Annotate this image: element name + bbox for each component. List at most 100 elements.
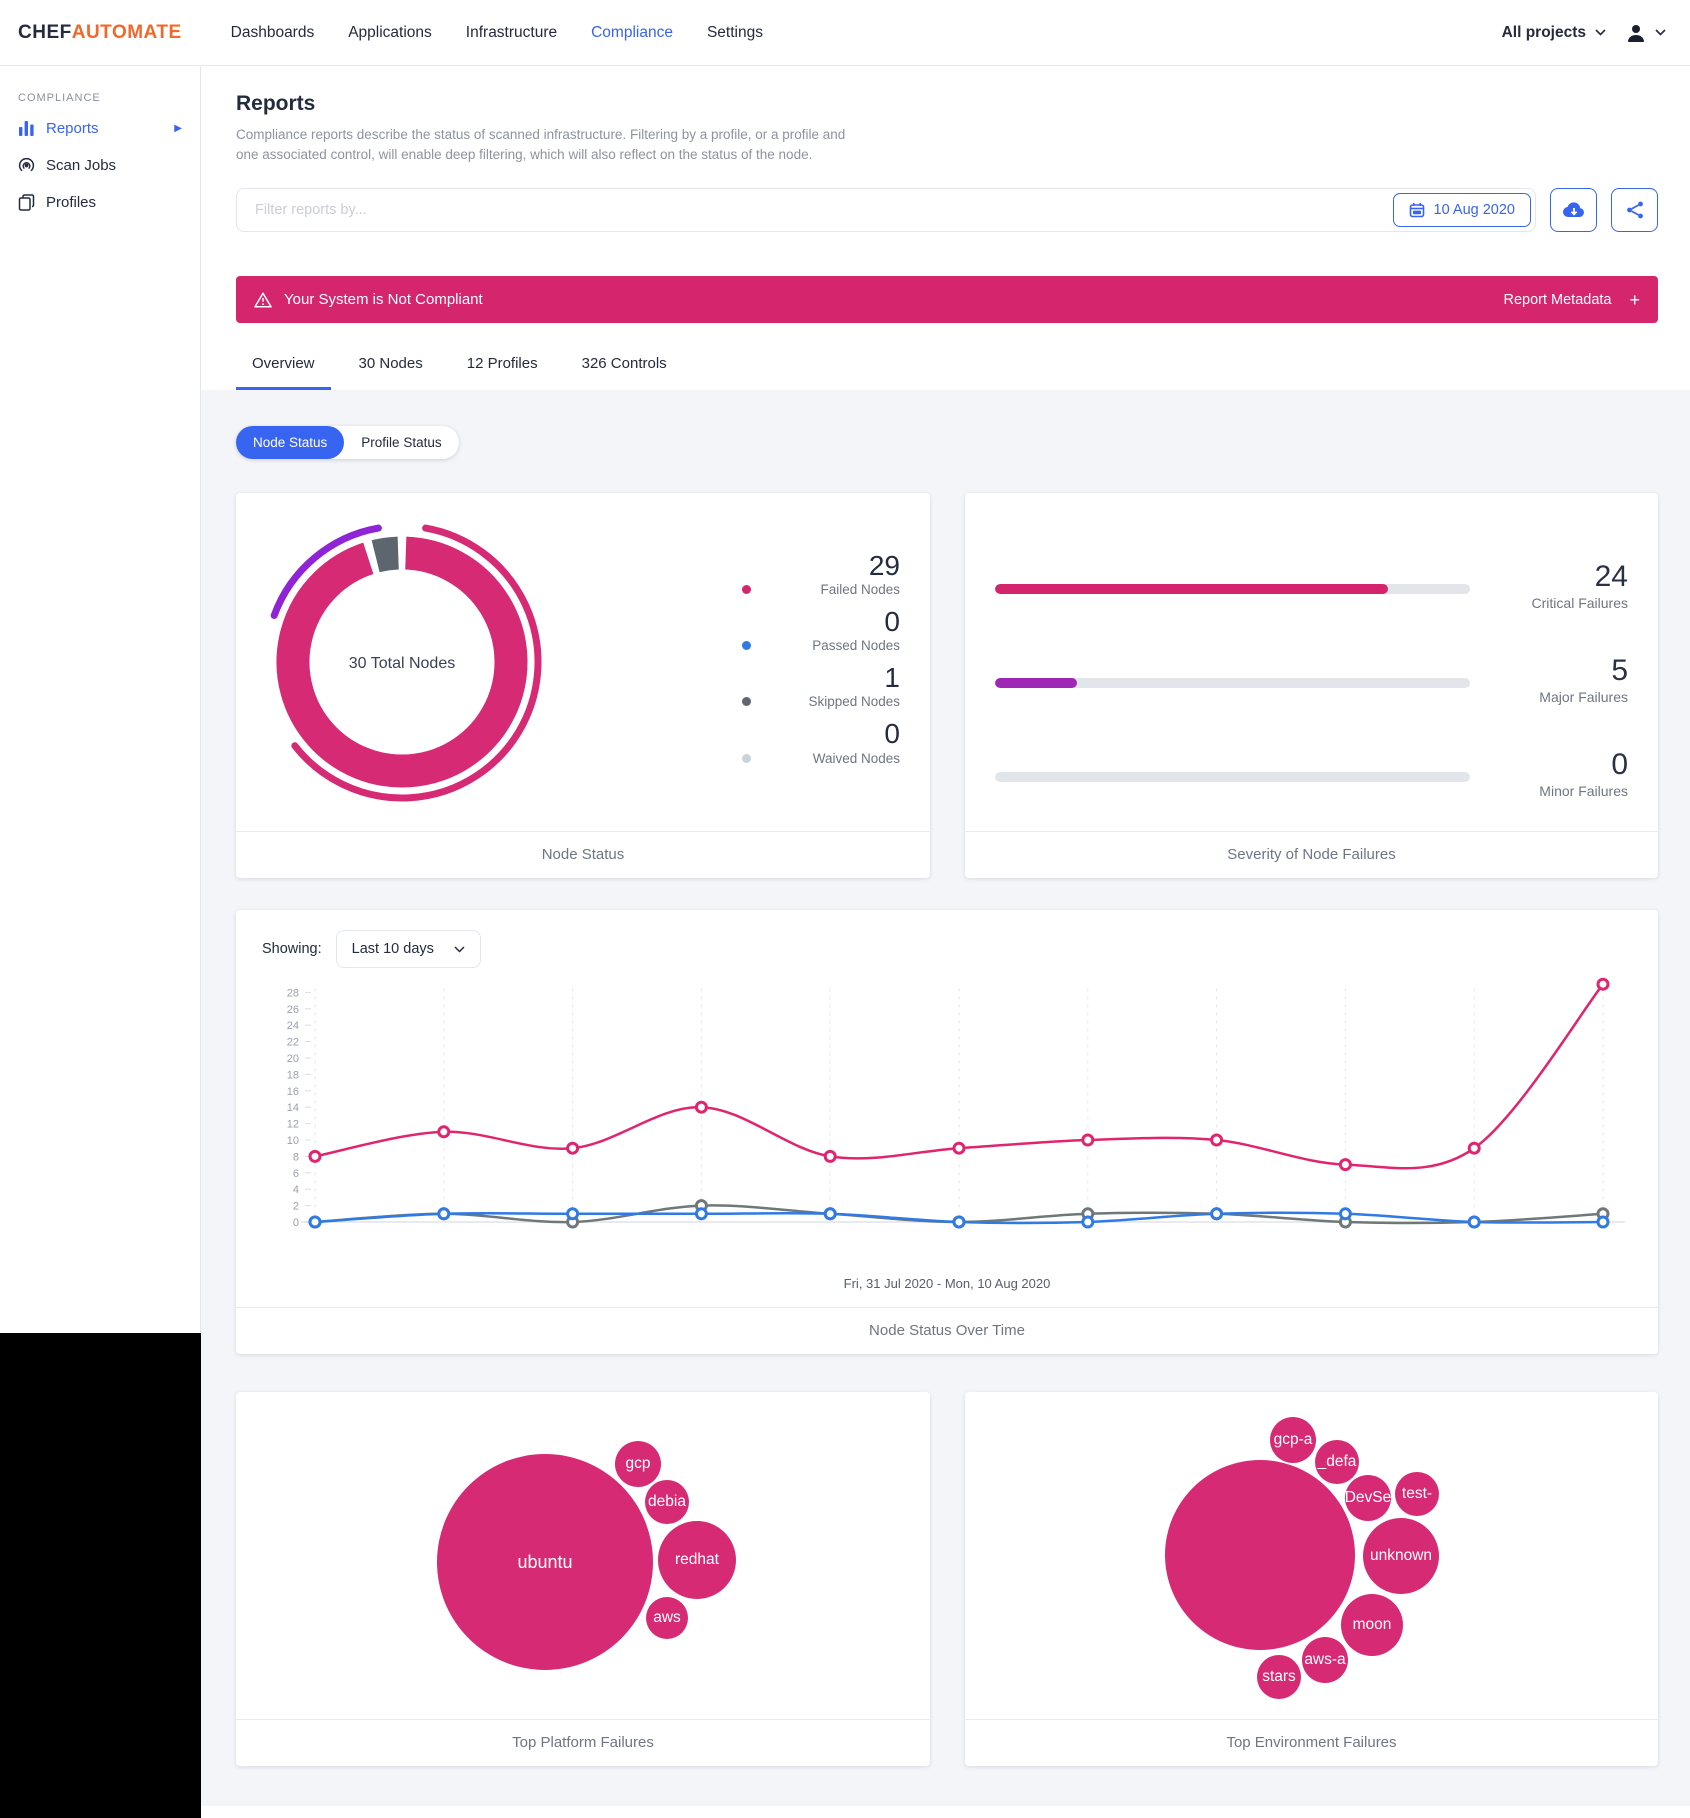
minor-failures-row: 0 Minor Failures [995, 715, 1628, 809]
tab-nodes[interactable]: 30 Nodes [343, 355, 439, 390]
bubble-debia[interactable]: debia [645, 1480, 689, 1524]
sidebar-item-reports[interactable]: Reports ▶ [0, 110, 200, 147]
bubble-label: moon [1353, 1616, 1392, 1634]
tab-overview[interactable]: Overview [236, 355, 331, 390]
page-title: Reports [236, 92, 1658, 116]
bubble-test-[interactable]: test- [1395, 1472, 1439, 1516]
profile-status-pill[interactable]: Profile Status [344, 426, 458, 459]
sidebar-item-scan-jobs[interactable]: Scan Jobs [0, 147, 200, 184]
top-navbar: CHEFAUTOMATE Dashboards Applications Inf… [0, 0, 1690, 66]
bubble-label: gcp [626, 1455, 651, 1473]
range-value: Last 10 days [352, 941, 434, 957]
projects-dropdown[interactable]: All projects [1502, 24, 1606, 42]
sidebar-item-label: Reports [46, 120, 99, 137]
filter-row: 10 Aug 2020 [236, 188, 1658, 232]
sidebar-column: COMPLIANCE Reports ▶ Scan Jobs Profiles [0, 66, 201, 1818]
download-report-button[interactable] [1550, 188, 1597, 232]
node-status-legend: 29 Failed Nodes 0 Passed Nodes 1 Skipped… [742, 550, 900, 775]
tab-profiles[interactable]: 12 Profiles [451, 355, 554, 390]
bubble-aws[interactable]: aws [646, 1597, 688, 1639]
nav-infrastructure[interactable]: Infrastructure [449, 2, 574, 64]
plus-icon: + [1629, 291, 1640, 309]
bubble-label: aws-a [1304, 1651, 1345, 1669]
donut-center-label: 30 Total Nodes [349, 655, 455, 672]
nav-dashboards[interactable]: Dashboards [214, 2, 332, 64]
logo-automate: AUTOMATE [72, 22, 182, 43]
node-status-pill[interactable]: Node Status [236, 426, 344, 459]
node-status-donut-chart: 30 Total Nodes [252, 512, 552, 812]
environment-bubble-chart: gcp-a_defa DevSe test-unknown moon aws-astar… [965, 1392, 1658, 1719]
svg-text:28: 28 [287, 988, 299, 1000]
nav-applications[interactable]: Applications [331, 2, 449, 64]
critical-bar [995, 584, 1470, 594]
bubble-moon[interactable]: moon [1341, 1594, 1403, 1656]
chevron-down-icon [1595, 29, 1606, 36]
platform-bubble-chart: ubuntugcp debiaredhataws [236, 1392, 930, 1719]
card-caption: Severity of Node Failures [965, 831, 1658, 878]
severity-bars: 24 Critical Failures 5 Major Failures [965, 493, 1658, 831]
bubble-aws-a[interactable]: aws-a [1302, 1637, 1348, 1683]
legend-failed-nodes: 29 Failed Nodes [742, 550, 900, 597]
chef-automate-logo[interactable]: CHEFAUTOMATE [18, 22, 182, 44]
svg-text:2: 2 [293, 1201, 299, 1213]
waived-dot-icon [742, 754, 751, 763]
date-picker-button[interactable]: 10 Aug 2020 [1393, 193, 1531, 227]
nav-compliance[interactable]: Compliance [574, 2, 690, 64]
filter-box: 10 Aug 2020 [236, 188, 1536, 232]
report-metadata-toggle[interactable]: Report Metadata + [1503, 291, 1640, 309]
user-menu[interactable] [1624, 21, 1666, 45]
major-failures-row: 5 Major Failures [995, 621, 1628, 715]
logo-chef: CHEF [18, 22, 72, 43]
nav-settings[interactable]: Settings [690, 2, 780, 64]
bubble-label: DevSe [1345, 1489, 1392, 1507]
compliance-sidebar: COMPLIANCE Reports ▶ Scan Jobs Profiles [0, 66, 201, 1333]
node-status-card: 30 Total Nodes 29 Failed Nodes 0 Passed … [236, 493, 930, 878]
bubble-gcp-a[interactable]: gcp-a [1270, 1417, 1316, 1463]
card-caption: Top Platform Failures [236, 1719, 930, 1766]
bubble-redhat[interactable]: redhat [658, 1521, 736, 1599]
projects-label: All projects [1502, 24, 1586, 42]
svg-text:10: 10 [287, 1135, 299, 1147]
filter-reports-input[interactable] [241, 192, 1393, 228]
bubble-unlabeled[interactable] [1165, 1460, 1355, 1650]
legend-waived-nodes: 0 Waived Nodes [742, 718, 900, 765]
svg-text:0: 0 [293, 1217, 299, 1229]
major-bar [995, 678, 1470, 688]
card-caption: Node Status [236, 831, 930, 878]
report-tabs: Overview 30 Nodes 12 Profiles 326 Contro… [236, 355, 1658, 390]
bubble-DevSe[interactable]: DevSe [1345, 1475, 1391, 1521]
legend-label: Passed Nodes [812, 638, 900, 653]
chevron-right-icon: ▶ [174, 123, 182, 134]
minor-label: Minor Failures [1496, 783, 1628, 799]
banner-message: Your System is Not Compliant [284, 291, 483, 308]
sidebar-item-profiles[interactable]: Profiles [0, 184, 200, 221]
date-range-label: Fri, 31 Jul 2020 - Mon, 10 Aug 2020 [236, 1274, 1658, 1307]
top-environment-failures-card: gcp-a_defa DevSe test-unknown moon aws-astar… [965, 1392, 1658, 1766]
svg-text:24: 24 [287, 1020, 299, 1032]
minor-bar [995, 772, 1470, 782]
top-platform-failures-card: ubuntugcp debiaredhataws Top Platform Fai… [236, 1392, 930, 1766]
passed-dot-icon [742, 641, 751, 650]
card-caption: Top Environment Failures [965, 1719, 1658, 1766]
node-status-line-chart: 0246810121416182022242628 [269, 972, 1625, 1274]
sidebar-section-title: COMPLIANCE [0, 92, 200, 110]
legend-passed-nodes: 0 Passed Nodes [742, 606, 900, 653]
bubble-label: unknown [1370, 1547, 1432, 1565]
bubble-stars[interactable]: stars [1257, 1655, 1301, 1699]
skipped-count: 1 [742, 662, 900, 694]
sidebar-item-label: Scan Jobs [46, 157, 116, 174]
bubble-ubuntu[interactable]: ubuntu [437, 1454, 653, 1670]
bubble-label: test- [1402, 1485, 1432, 1503]
tab-controls[interactable]: 326 Controls [566, 355, 683, 390]
date-label: 10 Aug 2020 [1434, 202, 1515, 218]
page-description: Compliance reports describe the status o… [236, 125, 861, 164]
bubble-unknown[interactable]: unknown [1363, 1518, 1439, 1594]
bubble-gcp[interactable]: gcp [615, 1441, 661, 1487]
share-report-button[interactable] [1611, 188, 1658, 232]
status-toggle: Node Status Profile Status [236, 426, 459, 459]
svg-text:18: 18 [287, 1070, 299, 1082]
bubble-_defa[interactable]: _defa [1315, 1440, 1359, 1484]
minor-count: 0 [1496, 749, 1628, 781]
date-range-select[interactable]: Last 10 days [336, 930, 481, 968]
failed-count: 29 [742, 550, 900, 582]
